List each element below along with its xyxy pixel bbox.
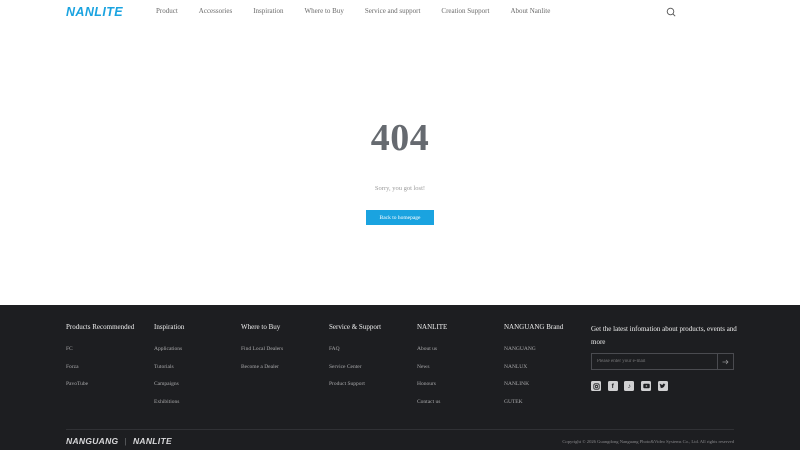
nav-about-nanlite[interactable]: About Nanlite [510, 7, 550, 15]
footer-link-gutek[interactable]: GUTEK [504, 399, 563, 417]
main-nav: Product Accessories Inspiration Where to… [156, 7, 571, 15]
footer-col-where-to-buy: Where to Buy Find Local Dealers Become a… [241, 323, 283, 381]
footer-link-product-support[interactable]: Product Support [329, 381, 381, 399]
footer-col-service: Service & Support FAQ Service Center Pro… [329, 323, 381, 399]
social-links: f ♪ [591, 381, 674, 391]
footer-link-campaigns[interactable]: Campaigns [154, 381, 184, 399]
footer-link-nanlink[interactable]: NANLINK [504, 381, 563, 399]
footer-col-inspiration: Inspiration Applications Tutorials Campa… [154, 323, 184, 416]
footer-link-exhibitions[interactable]: Exhibitions [154, 399, 184, 417]
footer-col-nanguang-brand: NANGUANG Brand NANGUANG NANLUX NANLINK G… [504, 323, 563, 416]
footer-col-title: Inspiration [154, 323, 185, 331]
arrow-right-icon [722, 359, 729, 364]
footer-col-title: Where to Buy [241, 323, 281, 331]
footer-link-applications[interactable]: Applications [154, 346, 184, 364]
subscribe-button[interactable] [717, 354, 733, 369]
nanguang-logo[interactable]: NANGUANG [66, 436, 118, 446]
site-header: NANLITE Product Accessories Inspiration … [0, 0, 800, 24]
footer-link-pavotube[interactable]: PavoTube [66, 381, 134, 399]
nav-inspiration[interactable]: Inspiration [253, 7, 283, 15]
instagram-icon[interactable] [591, 381, 601, 391]
footer-link-forza[interactable]: Forza [66, 364, 134, 382]
error-message: Sorry, you got lost! [374, 185, 426, 192]
footer-link-about-us[interactable]: About us [417, 346, 447, 364]
back-to-homepage-button[interactable]: Back to homepage [366, 210, 434, 225]
footer-col-title: NANGUANG Brand [504, 323, 564, 331]
search-icon[interactable] [666, 7, 676, 17]
footer-link-nanlux[interactable]: NANLUX [504, 364, 563, 382]
footer-link-contact-us[interactable]: Contact us [417, 399, 447, 417]
footer-brand-logos: NANGUANG | NANLITE [66, 436, 172, 446]
footer-link-nanguang[interactable]: NANGUANG [504, 346, 563, 364]
footer-col-title: NANLITE [417, 323, 448, 331]
nanlite-logo[interactable]: NANLITE [66, 5, 123, 19]
email-input[interactable] [592, 354, 717, 369]
footer-link-faq[interactable]: FAQ [329, 346, 381, 364]
footer-link-fc[interactable]: FC [66, 346, 134, 364]
newsletter-form [591, 353, 734, 370]
footer-link-news[interactable]: News [417, 364, 447, 382]
newsletter-title: Get the latest infomation about products… [591, 325, 737, 346]
footer-link-honours[interactable]: Honours [417, 381, 447, 399]
error-code: 404 [370, 117, 430, 159]
footer-link-tutorials[interactable]: Tutorials [154, 364, 184, 382]
footer-col-title: Products Recommended [66, 323, 135, 331]
nav-service-support[interactable]: Service and support [365, 7, 421, 15]
footer-link-find-dealers[interactable]: Find Local Dealers [241, 346, 283, 364]
footer-col-title: Service & Support [329, 323, 382, 331]
nav-accessories[interactable]: Accessories [199, 7, 232, 15]
footer-col-products: Products Recommended FC Forza PavoTube [66, 323, 134, 399]
site-footer: Products Recommended FC Forza PavoTube I… [0, 305, 800, 450]
footer-link-service-center[interactable]: Service Center [329, 364, 381, 382]
footer-col-nanlite: NANLITE About us News Honours Contact us [417, 323, 447, 416]
twitter-icon[interactable] [657, 381, 668, 391]
brand-separator: | [124, 436, 127, 446]
nanlite-footer-logo[interactable]: NANLITE [133, 436, 172, 446]
copyright-text: Copyright © 2026 Guangdong Nanguang Phot… [562, 439, 734, 444]
nav-product[interactable]: Product [156, 7, 178, 15]
footer-link-become-dealer[interactable]: Become a Dealer [241, 364, 283, 382]
tiktok-icon[interactable]: ♪ [624, 381, 635, 391]
footer-divider [66, 429, 734, 430]
youtube-icon[interactable] [641, 381, 652, 391]
nav-where-to-buy[interactable]: Where to Buy [305, 7, 344, 15]
nav-creation-support[interactable]: Creation Support [441, 7, 489, 15]
facebook-icon[interactable]: f [607, 381, 618, 391]
